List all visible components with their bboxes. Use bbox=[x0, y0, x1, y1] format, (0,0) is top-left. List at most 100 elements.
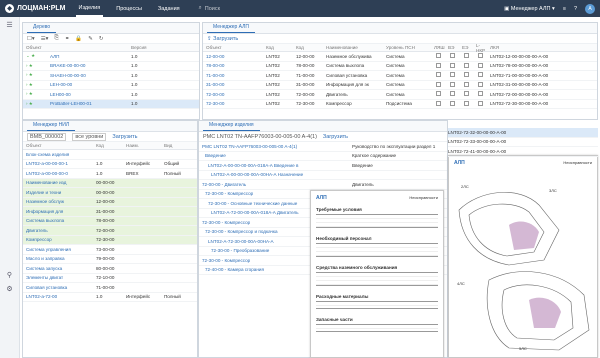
manager-row[interactable]: 72-00-00 LNT02 72-00-00 Двигатель Система LNT… bbox=[203, 90, 597, 100]
nil-row[interactable]: Масло и заправка 79-00-00 bbox=[23, 255, 197, 264]
nil-row[interactable]: Наименование изд 00-00-00 bbox=[23, 178, 197, 188]
nav-tasks[interactable]: Задания bbox=[155, 0, 183, 17]
search-box[interactable]: ⌕ Поиск bbox=[199, 5, 220, 12]
tab-doc[interactable]: Менеджер изделия bbox=[203, 121, 260, 131]
new-icon[interactable]: ☐▾ bbox=[27, 36, 35, 42]
manager-pane: Менеджер АЛП ⇪ Загрузить Объект Код Код Наи… bbox=[202, 22, 598, 120]
tab-manager[interactable]: Менеджер АЛП bbox=[207, 23, 255, 33]
manager-row[interactable]: 72-30-00 LNT02 72-30-00 Компрессор Подсистем… bbox=[203, 100, 597, 109]
level-select[interactable]: все уровни bbox=[72, 132, 107, 141]
manager-row-checkbox[interactable] bbox=[431, 72, 445, 78]
manager-row-checkbox[interactable] bbox=[445, 100, 459, 107]
manager-row-checkbox[interactable] bbox=[445, 91, 459, 97]
nil-row[interactable]: LNT02-a-72-00 1.0 Интерфейс Полный bbox=[23, 293, 197, 302]
nil-row[interactable]: Двигатель 72-00-00 bbox=[23, 226, 197, 236]
nil-row[interactable]: Элементы двигат 72-10-00 bbox=[23, 274, 197, 283]
manager-row-checkbox[interactable] bbox=[473, 53, 487, 59]
doc-load-button[interactable]: Загрузить bbox=[323, 134, 348, 140]
nil-row-object: LNT02-a-72-00 bbox=[26, 294, 58, 300]
manager-row-checkbox[interactable] bbox=[445, 81, 459, 88]
tree-row[interactable]: › ★ LEH00-00 1.0 bbox=[23, 90, 199, 100]
extra-code-row[interactable]: LNT02-72-33-00-00-00-A-00 bbox=[448, 138, 598, 147]
tab-tree[interactable]: Дерево bbox=[27, 23, 57, 33]
menu-icon[interactable]: ≡ bbox=[563, 6, 566, 12]
link-icon[interactable]: ⚭ bbox=[65, 36, 70, 42]
nav-processes[interactable]: Процессы bbox=[113, 0, 145, 17]
nil-row-object: Элементы двигат bbox=[26, 275, 64, 281]
manager-row-checkbox[interactable] bbox=[459, 81, 473, 88]
load-button[interactable]: ⇪ Загрузить bbox=[207, 36, 238, 42]
doc-row[interactable]: Введение Краткое содержание bbox=[199, 152, 447, 161]
nil-row[interactable]: Система управления 73-00-00 bbox=[23, 245, 197, 255]
nav-products[interactable]: Изделия bbox=[75, 0, 104, 17]
nil-row-object: Система управления bbox=[26, 246, 71, 252]
manager-row-checkbox[interactable] bbox=[473, 81, 487, 88]
doc-row[interactable]: 72-00-00 - Двигатель Двигатель bbox=[199, 180, 447, 190]
nil-row[interactable]: Система запуска 80-00-00 bbox=[23, 264, 197, 274]
lock-icon[interactable]: 🔒 bbox=[75, 36, 82, 42]
manager-rows: 12-00-00 LNT02 12-00-00 Наземное обслужива С… bbox=[203, 52, 597, 109]
manager-row-checkbox[interactable] bbox=[473, 62, 487, 69]
doc-sheet-title: Неисправности bbox=[409, 195, 438, 200]
nil-row-object: Компрессор bbox=[26, 237, 52, 243]
manager-row-checkbox[interactable] bbox=[431, 53, 445, 59]
manager-row-checkbox[interactable] bbox=[459, 100, 473, 107]
help-icon[interactable]: ? bbox=[574, 6, 577, 12]
nil-row[interactable]: Наземное обслуж 12-00-00 bbox=[23, 197, 197, 207]
manager-row-checkbox[interactable] bbox=[445, 53, 459, 59]
manager-row-checkbox[interactable] bbox=[445, 72, 459, 78]
nil-col-header: Вид bbox=[164, 143, 173, 148]
panel-toggle-icon[interactable]: ☰ bbox=[4, 21, 16, 31]
doc-row[interactable]: PMC LNT02 TN-AAFP76003-00-005-00 A-4(1) Р… bbox=[199, 142, 447, 152]
manager-row[interactable]: 78-00-00 LNT02 78-00-00 Система выхлопа Сист… bbox=[203, 62, 597, 71]
manager-row-checkbox[interactable] bbox=[431, 81, 445, 88]
manager-row-checkbox[interactable] bbox=[459, 72, 473, 78]
nil-row[interactable]: Система выхлопа 78-00-00 bbox=[23, 216, 197, 226]
nil-row[interactable]: Силовая установка 71-00-00 bbox=[23, 283, 197, 293]
manager-row-checkbox[interactable] bbox=[473, 100, 487, 107]
tree-row[interactable]: › ★ SHAEH-00-00-00 1.0 bbox=[23, 71, 199, 81]
extra-code-row[interactable]: LNT02-72-32-00-00-00-A-00 bbox=[448, 128, 598, 138]
manager-selector[interactable]: ▣ Менеджер АЛП ▾ bbox=[504, 6, 555, 12]
manager-row-checkbox[interactable] bbox=[431, 62, 445, 69]
extra-code-row[interactable]: LNT02-72-41-00-00-00-A-00 bbox=[448, 147, 598, 157]
nil-row[interactable]: Изделие и техни 00-00-00 bbox=[23, 188, 197, 198]
manager-row[interactable]: 71-00-00 LNT02 71-00-00 Силовая установка Си… bbox=[203, 71, 597, 81]
settings-icon[interactable]: ⚙ bbox=[4, 285, 16, 295]
drawing-logo: АЛП bbox=[454, 160, 465, 166]
edit-icon[interactable]: ✎ bbox=[88, 36, 93, 42]
manager-row-code2: 31-00-00 bbox=[296, 82, 315, 88]
manager-row-checkbox[interactable] bbox=[459, 62, 473, 69]
avatar[interactable]: А bbox=[585, 3, 595, 14]
tree-row[interactable]: › ★ LEH-00-00 1.0 bbox=[23, 81, 199, 90]
nil-row[interactable]: Компрессор 72-30-00 bbox=[23, 235, 197, 245]
manager-row-checkbox[interactable] bbox=[459, 91, 473, 97]
nil-row[interactable]: Блок-схема изделия bbox=[23, 150, 197, 160]
copy-icon[interactable]: ⎘ bbox=[54, 35, 58, 42]
tree-row[interactable]: ⌄ ★ АЛП 1.0 bbox=[23, 52, 199, 62]
manager-row-checkbox[interactable] bbox=[473, 72, 487, 78]
filter-select[interactable]: BMB_000002 bbox=[27, 132, 67, 141]
tree-row[interactable]: › ★ BRAKE-00-00-00 1.0 bbox=[23, 62, 199, 71]
manager-row-checkbox[interactable] bbox=[459, 53, 473, 59]
doc-sheet-logo: АЛП bbox=[316, 195, 327, 201]
nil-load-button[interactable]: Загрузить bbox=[112, 134, 137, 140]
manager-row-checkbox[interactable] bbox=[431, 91, 445, 97]
doc-row[interactable]: LNT02-A-00-00-00-00A-018A-A Введение в Вв… bbox=[199, 161, 447, 171]
manager-tabbar: Менеджер АЛП bbox=[203, 23, 597, 34]
manager-row-checkbox[interactable] bbox=[431, 100, 445, 107]
manager-row[interactable]: 31-00-00 LNT02 31-00-00 Информация для эк Си… bbox=[203, 81, 597, 90]
manager-row-checkbox[interactable] bbox=[473, 91, 487, 97]
refresh-icon[interactable]: ↻ bbox=[99, 36, 104, 42]
nil-row[interactable]: LNT02-a-00-00-00-0 1.0 BREX Полный bbox=[23, 169, 197, 179]
key-icon[interactable]: ⚲ bbox=[4, 271, 16, 281]
list-icon[interactable]: ☰▾ bbox=[41, 36, 49, 42]
tree-row[interactable]: › ★ ProBatter-LEH00-01 1.0 bbox=[23, 99, 199, 109]
manager-row-checkbox[interactable] bbox=[445, 62, 459, 69]
doc-row[interactable]: LNT02-A-00-00-00-00A-00HA-A Назначение bbox=[199, 171, 447, 180]
nil-row[interactable]: Информация для 31-00-00 bbox=[23, 207, 197, 217]
nil-row[interactable]: LNT02-a-00-00-00-1 1.0 Интерфейс Общий bbox=[23, 160, 197, 169]
top-bar: ◆ ЛОЦМАН:PLM Изделия Процессы Задания ⌕ … bbox=[0, 0, 600, 17]
manager-row[interactable]: 12-00-00 LNT02 12-00-00 Наземное обслужива С… bbox=[203, 52, 597, 62]
tab-nil[interactable]: Менеджер НИЛ bbox=[27, 121, 76, 131]
